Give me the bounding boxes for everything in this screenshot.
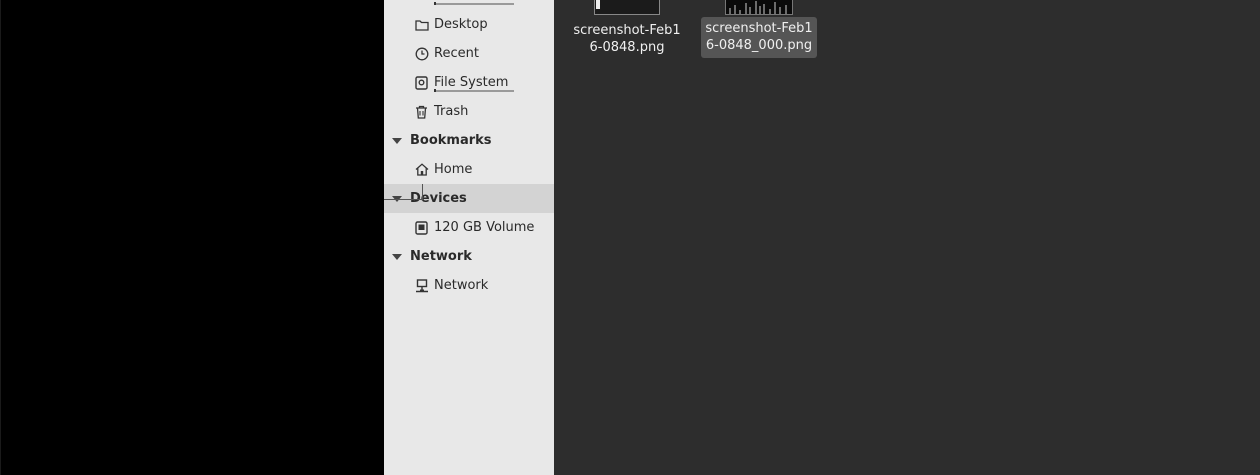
file-thumbnail[interactable] [725,0,793,15]
trash-icon [413,103,430,120]
sidebar-item-home[interactable]: Home [384,155,554,184]
home-icon [413,161,430,178]
sidebar-item-desktop[interactable]: Desktop [384,10,554,39]
file-name: screenshot-Feb16-0848_000.png [701,17,817,58]
file-thumbnail[interactable] [594,0,660,15]
sidebar-item-recent[interactable]: Recent [384,39,554,68]
expand-triangle-icon [392,138,402,144]
sidebar-item-network[interactable]: Network [384,271,554,300]
sidebar-item-label: Trash [434,104,469,119]
file-name: screenshot-Feb16-0848.png [573,23,681,55]
section-network[interactable]: Network [384,242,554,271]
disk-icon [413,219,430,236]
file-item[interactable]: screenshot-Feb16-0848_000.png [701,17,817,58]
thumbnail-detail [596,0,600,9]
sidebar-item-file-system[interactable]: File System [384,68,554,97]
thumbnail-image [729,1,787,14]
section-label: Bookmarks [410,133,492,148]
sidebar-item-label: Recent [434,46,479,61]
sidebar-item-label: File System [434,75,509,90]
crosshair-line [384,199,424,200]
expand-triangle-icon [392,254,402,260]
section-label: Network [410,249,472,264]
file-item[interactable]: screenshot-Feb16-0848.png [569,20,685,60]
sidebar-item-120gb-volume[interactable]: 120 GB Volume [384,213,554,242]
black-panel [0,0,384,475]
file-view: screenshot-Feb16-0848.png screenshot-Feb… [554,0,1260,475]
section-bookmarks[interactable]: Bookmarks [384,126,554,155]
usage-bar [434,89,514,92]
crosshair-line [422,184,423,201]
sidebar: Desktop Recent File System Trash Bookmar… [384,0,554,475]
usage-bar [434,2,514,5]
network-icon [413,277,430,294]
sidebar-item-label: Network [434,278,489,293]
clock-icon [413,45,430,62]
sidebar-item-label: Desktop [434,17,488,32]
usage-bar-fill [434,2,436,5]
folder-icon [413,16,430,33]
app-window: Desktop Recent File System Trash Bookmar… [0,0,1260,475]
usage-bar-fill [434,89,436,92]
sidebar-item-trash[interactable]: Trash [384,97,554,126]
sidebar-item-label: Home [434,162,473,177]
sidebar-item-label: 120 GB Volume [434,220,535,235]
drive-icon [413,74,430,91]
